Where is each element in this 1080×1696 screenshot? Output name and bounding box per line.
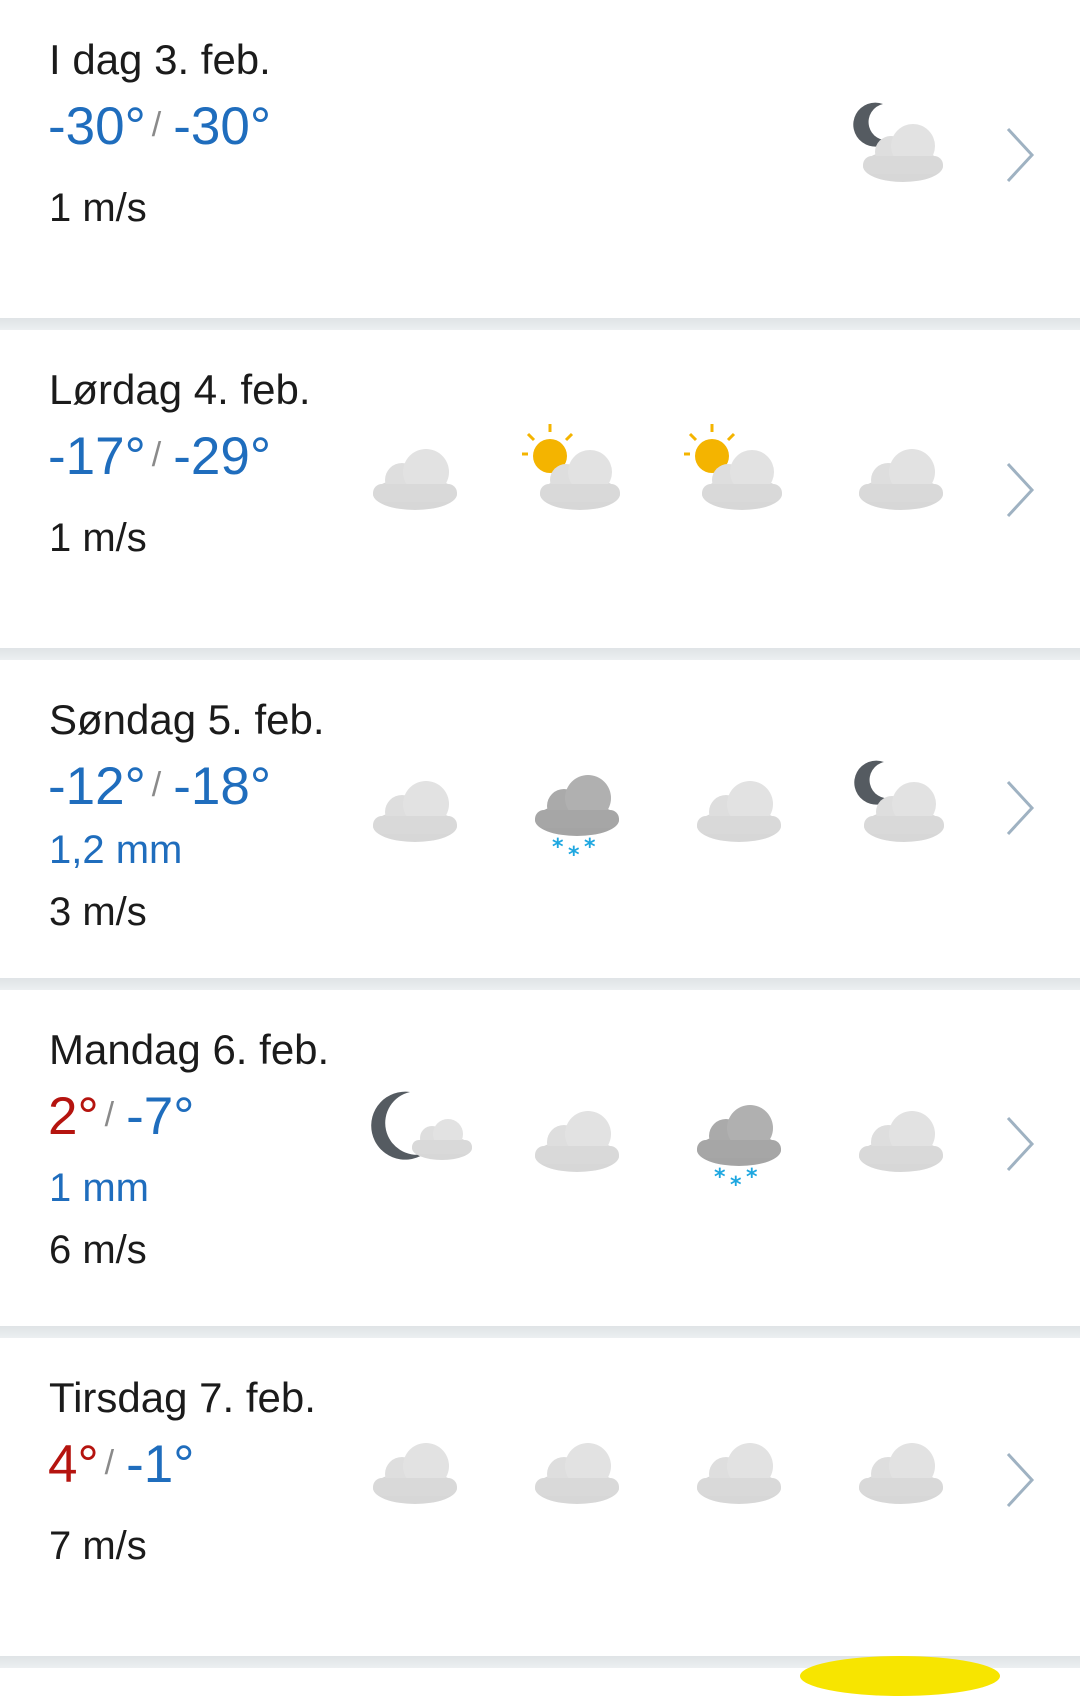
light-snow-icon: * * *: [697, 1105, 781, 1194]
forecast-day-3[interactable]: Mandag 6. feb. 2° / -7° 1 mm 6 m/s * * *: [0, 990, 1080, 1308]
fair-night-icon: [371, 1091, 472, 1160]
partly-cloudy-night-icon: [854, 760, 944, 842]
cloudy-icon: [535, 1443, 619, 1504]
chevron-right-icon[interactable]: [1000, 460, 1040, 520]
forecast-day-0[interactable]: I dag 3. feb. -30° / -30° 1 m/s: [0, 0, 1080, 318]
partly-cloudy-day-icon: [684, 424, 782, 510]
partly-cloudy-night-icon: [853, 102, 943, 182]
cloudy-icon: [859, 449, 943, 510]
divider: [0, 978, 1080, 990]
partly-cloudy-day-icon: [522, 424, 620, 510]
cloudy-icon: [373, 781, 457, 842]
chevron-right-icon[interactable]: [1000, 1450, 1040, 1510]
divider: [0, 648, 1080, 660]
svg-text:*: *: [568, 843, 580, 864]
cloudy-icon: [697, 781, 781, 842]
chevron-right-icon[interactable]: [1000, 1114, 1040, 1174]
svg-text:*: *: [746, 1165, 758, 1190]
cloudy-icon: [859, 1443, 943, 1504]
weather-icons: [0, 0, 1080, 318]
cloudy-icon: [373, 449, 457, 510]
cloudy-icon: [697, 1443, 781, 1504]
forecast-day-2[interactable]: Søndag 5. feb. -12° / -18° 1,2 mm 3 m/s * …: [0, 660, 1080, 978]
divider: [0, 1326, 1080, 1338]
floating-action-button[interactable]: [800, 1656, 1000, 1696]
chevron-right-icon[interactable]: [1000, 778, 1040, 838]
cloudy-icon: [373, 1443, 457, 1504]
svg-text:*: *: [730, 1173, 742, 1194]
weather-icons: [0, 1338, 1080, 1656]
svg-text:*: *: [584, 835, 596, 860]
light-snow-icon: * * *: [535, 775, 619, 864]
weather-icons: * * *: [0, 660, 1080, 978]
svg-text:*: *: [552, 835, 564, 860]
forecast-day-4[interactable]: Tirsdag 7. feb. 4° / -1° 7 m/s: [0, 1338, 1080, 1656]
svg-text:*: *: [714, 1165, 726, 1190]
cloudy-icon: [535, 1111, 619, 1172]
weather-icons: * * *: [0, 990, 1080, 1308]
cloudy-icon: [859, 1111, 943, 1172]
forecast-day-1[interactable]: Lørdag 4. feb. -17° / -29° 1 m/s: [0, 330, 1080, 648]
weather-icons: [0, 330, 1080, 648]
chevron-right-icon[interactable]: [1000, 125, 1040, 185]
divider: [0, 318, 1080, 330]
